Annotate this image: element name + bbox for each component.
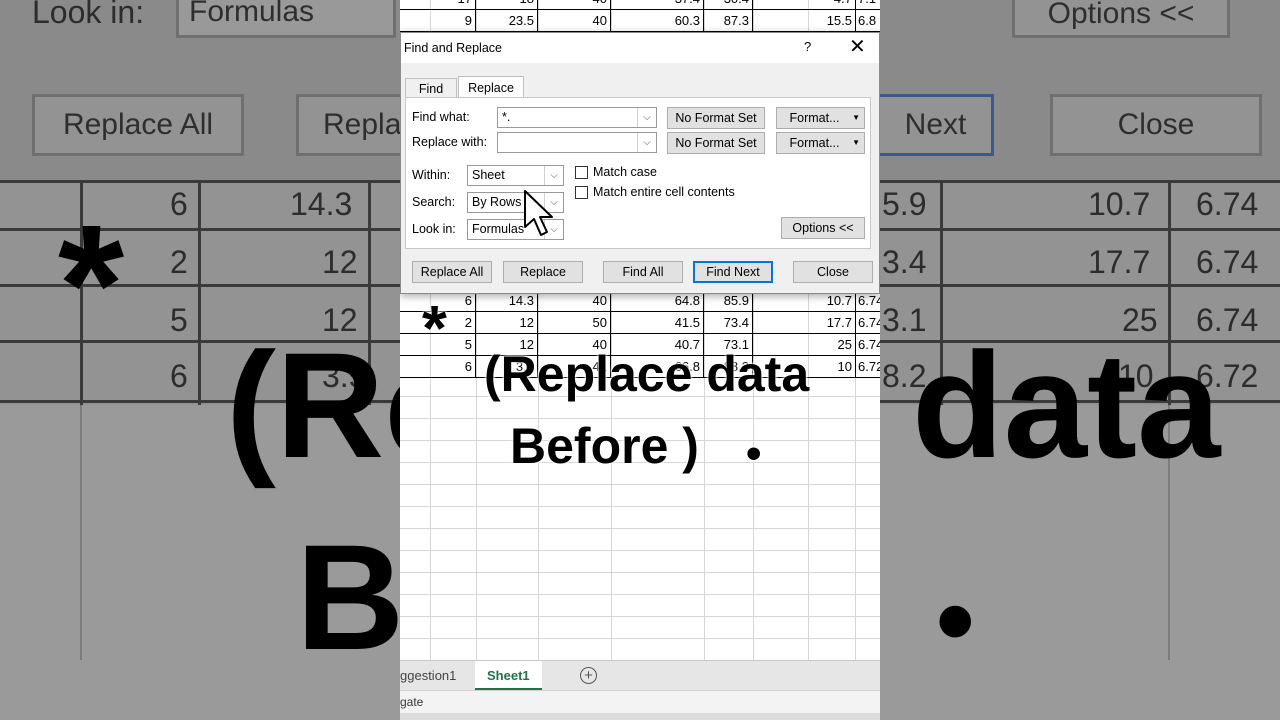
- sheet-tab-sheet1[interactable]: Sheet1: [475, 661, 542, 690]
- match-entire-label[interactable]: Match entire cell contents: [593, 185, 735, 199]
- caption-line-2: Before ): [510, 418, 699, 474]
- chevron-down-icon[interactable]: ⌵: [637, 108, 656, 127]
- replace-panel: Find what: *. ⌵ No Format Set Format... ▼…: [405, 97, 871, 249]
- format-button-find[interactable]: Format... ▼: [776, 107, 865, 129]
- bg-options-button: Options <<: [1012, 0, 1230, 38]
- table-row[interactable]: 2 12 50 41.5 73.4 17.7 6.74: [400, 312, 880, 334]
- help-icon[interactable]: ?: [804, 39, 811, 54]
- replace-button[interactable]: Replace: [503, 261, 583, 283]
- bg-cell: 12: [322, 244, 358, 280]
- find-all-button[interactable]: Find All: [603, 261, 683, 283]
- chevron-down-icon[interactable]: ⌵: [637, 133, 656, 152]
- bg-close-button: Close: [1050, 94, 1262, 156]
- search-label: Search:: [412, 195, 456, 209]
- tab-find[interactable]: Find: [405, 78, 457, 98]
- close-button[interactable]: Close: [793, 261, 873, 283]
- dropdown-arrow-icon: ▼: [852, 138, 860, 147]
- sheet-tabs: ggestion1 Sheet1 +: [400, 660, 880, 691]
- bg-replace-button: Repla: [296, 94, 406, 156]
- bg-big-text-1b: data: [912, 321, 1221, 489]
- find-next-button[interactable]: Find Next: [693, 261, 773, 283]
- bg-cell: 14.3: [290, 186, 353, 222]
- bg-cell: 3.4: [882, 244, 927, 280]
- match-case-label[interactable]: Match case: [593, 165, 657, 179]
- bg-replace-all-button: Replace All: [32, 94, 244, 156]
- tab-replace[interactable]: Replace: [458, 76, 524, 98]
- bg-cell: 10.7: [1088, 186, 1151, 222]
- chevron-down-icon[interactable]: ⌵: [544, 166, 563, 185]
- dialog-titlebar[interactable]: Find and Replace ? ✕: [401, 33, 879, 63]
- table-row[interactable]: 17 18 40 37.4 30.4 4.7 7.1: [400, 0, 880, 10]
- bg-cell: 2: [170, 244, 188, 280]
- within-label: Within:: [412, 168, 451, 182]
- caption-asterisk: *: [422, 292, 447, 364]
- options-button[interactable]: Options <<: [781, 217, 865, 239]
- replace-with-input[interactable]: ⌵: [497, 132, 657, 153]
- bg-find-next-button: Next: [880, 94, 994, 156]
- caption-dot: •: [746, 429, 762, 478]
- bg-cell: 6: [170, 186, 188, 222]
- dialog-title: Find and Replace: [404, 41, 502, 55]
- mouse-cursor-icon: [524, 190, 553, 236]
- excel-window: 17 18 40 37.4 30.4 4.7 7.1 9 23.5 40 60.…: [400, 0, 880, 720]
- bg-cell: 5: [170, 302, 188, 338]
- bg-big-asterisk: *: [58, 190, 125, 380]
- no-format-set-find: No Format Set: [667, 107, 765, 129]
- bg-cell: 6: [170, 358, 188, 394]
- format-button-replace[interactable]: Format... ▼: [776, 132, 865, 154]
- sheet-tab-suggestion[interactable]: ggestion1: [400, 661, 456, 690]
- look-in-label: Look in:: [412, 222, 456, 236]
- match-entire-checkbox[interactable]: [575, 186, 588, 199]
- add-sheet-icon[interactable]: +: [580, 667, 597, 684]
- no-format-set-replace: No Format Set: [667, 132, 765, 154]
- status-text: gate: [400, 695, 424, 709]
- table-row[interactable]: 9 23.5 40 60.3 87.3 15.5 6.8: [400, 10, 880, 32]
- bg-big-text-2: B: [296, 513, 405, 681]
- replace-with-label: Replace with:: [412, 135, 488, 149]
- find-replace-dialog: Find and Replace ? ✕ Find Replace Find w…: [400, 32, 880, 294]
- bg-cell: 5.9: [882, 186, 927, 222]
- bg-look-in-field: Formulas: [176, 0, 396, 38]
- within-select[interactable]: Sheet ⌵: [467, 165, 564, 186]
- bg-cell: 6.74: [1196, 186, 1259, 222]
- find-what-input[interactable]: *. ⌵: [497, 107, 657, 128]
- bg-cell: 6.74: [1196, 244, 1259, 280]
- replace-all-button[interactable]: Replace All: [412, 261, 492, 283]
- bg-cell: 17.7: [1088, 244, 1151, 280]
- find-what-label: Find what:: [412, 110, 470, 124]
- bg-big-dot: •: [936, 559, 975, 682]
- caption-line-1: (Replace data: [484, 346, 810, 402]
- bg-look-in-label: Look in:: [32, 0, 145, 30]
- dropdown-arrow-icon: ▼: [852, 113, 860, 122]
- status-bar: gate: [400, 690, 880, 720]
- match-case-checkbox[interactable]: [575, 166, 588, 179]
- close-icon[interactable]: ✕: [849, 36, 866, 58]
